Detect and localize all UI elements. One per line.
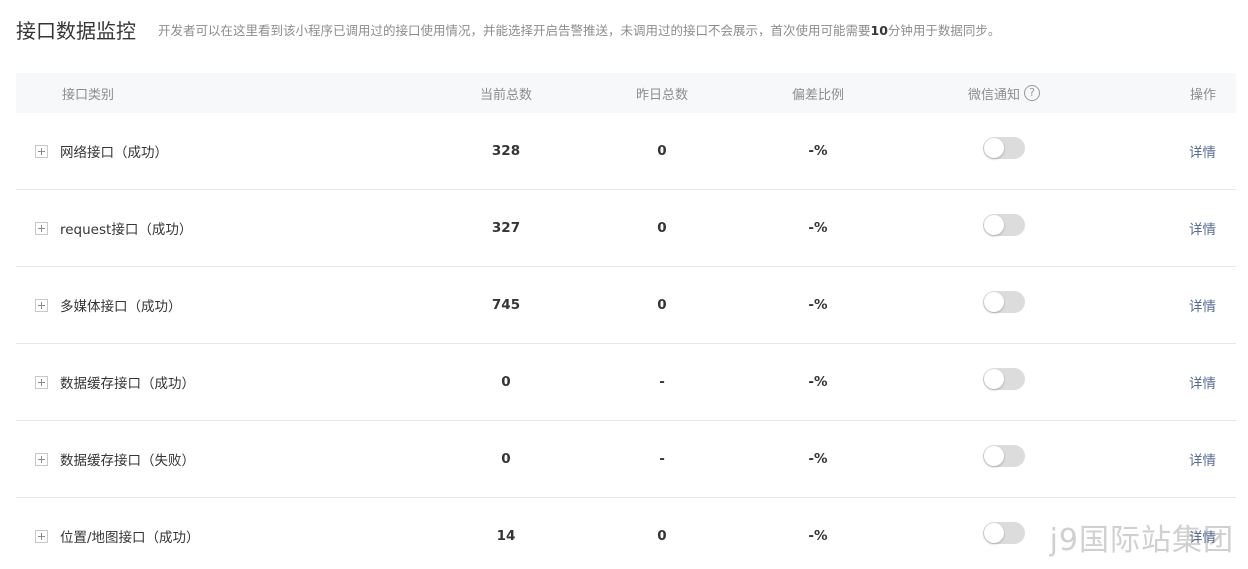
- page: 接口数据监控 开发者可以在这里看到该小程序已调用过的接口使用情况，并能选择开启告…: [0, 0, 1248, 569]
- row-current-count: 328: [491, 143, 521, 159]
- row-type-label: 多媒体接口（成功）: [60, 299, 182, 315]
- row-yesterday-count: 0: [657, 220, 667, 236]
- notify-toggle[interactable]: [983, 368, 1025, 390]
- expand-plus-icon[interactable]: [35, 529, 48, 543]
- table-row: request接口（成功） 327 0 -% 详情: [16, 190, 1236, 267]
- row-current-count: 14: [496, 528, 516, 544]
- row-type-label: 位置/地图接口（成功）: [60, 530, 200, 546]
- row-yesterday-count: 0: [657, 528, 667, 544]
- expand-plus-icon[interactable]: [35, 144, 48, 158]
- row-yesterday-count: -: [659, 374, 665, 390]
- table-row: 数据缓存接口（失败） 0 - -% 详情: [16, 421, 1236, 498]
- notify-toggle[interactable]: [983, 291, 1025, 313]
- toggle-knob: [984, 138, 1004, 158]
- column-header-deviation: 偏差比例: [791, 87, 844, 103]
- toggle-knob: [984, 523, 1004, 543]
- toggle-knob: [984, 215, 1004, 235]
- table-row: 数据缓存接口（成功） 0 - -% 详情: [16, 344, 1236, 421]
- row-deviation: -%: [808, 374, 828, 390]
- expand-plus-icon[interactable]: [35, 375, 48, 389]
- notify-toggle[interactable]: [983, 137, 1025, 159]
- detail-link[interactable]: 详情: [1189, 218, 1216, 238]
- row-type-cell: 数据缓存接口（成功）: [35, 344, 195, 420]
- api-monitor-table: 接口类别 当前总数 昨日总数 偏差比例 微信通知 ? 操作 网络接口（成功） 3…: [16, 73, 1236, 569]
- row-yesterday-count: 0: [657, 297, 667, 313]
- table-header: 接口类别 当前总数 昨日总数 偏差比例 微信通知 ? 操作: [16, 73, 1236, 113]
- row-type-label: 网络接口（成功）: [60, 145, 168, 161]
- row-operation-cell: 详情: [1189, 267, 1216, 343]
- column-header-type: 接口类别: [62, 87, 115, 103]
- row-notify-cell: [924, 190, 1084, 266]
- notify-toggle[interactable]: [983, 522, 1025, 544]
- row-type-label: 数据缓存接口（成功）: [60, 376, 195, 392]
- table-row: 网络接口（成功） 328 0 -% 详情: [16, 113, 1236, 190]
- row-deviation: -%: [808, 297, 828, 313]
- column-header-notify: 微信通知 ?: [924, 73, 1084, 113]
- notify-toggle[interactable]: [983, 214, 1025, 236]
- row-type-label: request接口（成功）: [60, 222, 193, 238]
- row-type-cell: 位置/地图接口（成功）: [35, 498, 200, 569]
- help-icon[interactable]: ?: [1024, 85, 1040, 101]
- notify-toggle[interactable]: [983, 445, 1025, 467]
- row-operation-cell: 详情: [1189, 113, 1216, 189]
- row-type-cell: 数据缓存接口（失败）: [35, 421, 195, 497]
- toggle-knob: [984, 292, 1004, 312]
- row-operation-cell: 详情: [1189, 421, 1216, 497]
- row-notify-cell: [924, 421, 1084, 497]
- row-operation-cell: 详情: [1189, 498, 1216, 569]
- row-yesterday-count: 0: [657, 143, 667, 159]
- row-type-cell: 多媒体接口（成功）: [35, 267, 182, 343]
- row-deviation: -%: [808, 528, 828, 544]
- detail-link[interactable]: 详情: [1189, 372, 1216, 392]
- row-yesterday-count: -: [659, 451, 665, 467]
- detail-link[interactable]: 详情: [1189, 141, 1216, 161]
- description-text: 开发者可以在这里看到该小程序已调用过的接口使用情况，并能选择开启告警推送，未调用…: [158, 22, 871, 38]
- row-type-cell: request接口（成功）: [35, 190, 192, 266]
- toggle-knob: [984, 369, 1004, 389]
- toggle-knob: [984, 446, 1004, 466]
- row-deviation: -%: [808, 451, 828, 467]
- column-header-yesterday: 昨日总数: [635, 87, 688, 103]
- page-header: 接口数据监控 开发者可以在这里看到该小程序已调用过的接口使用情况，并能选择开启告…: [16, 14, 1236, 44]
- expand-plus-icon[interactable]: [35, 298, 48, 312]
- detail-link[interactable]: 详情: [1189, 449, 1216, 469]
- row-type-label: 数据缓存接口（失败）: [60, 453, 195, 469]
- expand-plus-icon[interactable]: [35, 221, 48, 235]
- row-notify-cell: [924, 113, 1084, 189]
- column-header-operation: 操作: [1189, 87, 1216, 103]
- row-deviation: -%: [808, 143, 828, 159]
- row-type-cell: 网络接口（成功）: [35, 113, 168, 189]
- page-title: 接口数据监控: [16, 18, 136, 43]
- row-current-count: 745: [491, 297, 521, 313]
- description-bold: 10: [870, 22, 888, 38]
- column-header-notify-label: 微信通知: [967, 87, 1020, 103]
- detail-link[interactable]: 详情: [1189, 295, 1216, 315]
- row-current-count: 0: [501, 451, 511, 467]
- expand-plus-icon[interactable]: [35, 452, 48, 466]
- row-current-count: 327: [491, 220, 521, 236]
- row-operation-cell: 详情: [1189, 190, 1216, 266]
- description-text-end: 分钟用于数据同步。: [887, 22, 1001, 38]
- row-operation-cell: 详情: [1189, 344, 1216, 420]
- column-header-current: 当前总数: [479, 87, 532, 103]
- table-row: 位置/地图接口（成功） 14 0 -% 详情: [16, 498, 1236, 569]
- row-notify-cell: [924, 344, 1084, 420]
- row-notify-cell: [924, 498, 1084, 569]
- table-row: 多媒体接口（成功） 745 0 -% 详情: [16, 267, 1236, 344]
- row-current-count: 0: [501, 374, 511, 390]
- page-description: 开发者可以在这里看到该小程序已调用过的接口使用情况，并能选择开启告警推送，未调用…: [158, 20, 1000, 39]
- row-notify-cell: [924, 267, 1084, 343]
- row-deviation: -%: [808, 220, 828, 236]
- detail-link[interactable]: 详情: [1189, 526, 1216, 546]
